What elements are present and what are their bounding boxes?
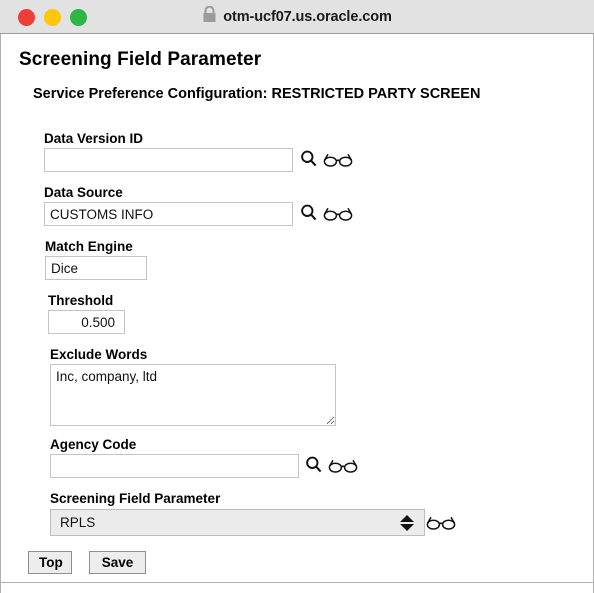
select-screening-field-parameter[interactable]: RPLS bbox=[50, 509, 425, 536]
url-text: otm-ucf07.us.oracle.com bbox=[223, 9, 392, 25]
label-data-version-id: Data Version ID bbox=[44, 131, 144, 146]
input-threshold[interactable] bbox=[48, 310, 125, 334]
page-title: Screening Field Parameter bbox=[19, 49, 262, 70]
glasses-icon[interactable] bbox=[426, 515, 456, 530]
input-data-source[interactable] bbox=[44, 202, 293, 226]
footer-divider bbox=[1, 582, 593, 583]
lock-icon bbox=[202, 5, 217, 28]
browser-window: otm-ucf07.us.oracle.com Screening Field … bbox=[0, 0, 594, 593]
address-bar[interactable]: otm-ucf07.us.oracle.com bbox=[0, 0, 594, 34]
minimize-window-button[interactable] bbox=[44, 9, 61, 26]
label-exclude-words: Exclude Words bbox=[50, 347, 148, 362]
label-agency-code: Agency Code bbox=[50, 437, 137, 452]
window-controls bbox=[18, 9, 87, 26]
label-match-engine: Match Engine bbox=[45, 239, 133, 254]
top-button[interactable]: Top bbox=[28, 551, 72, 574]
search-icon[interactable] bbox=[305, 455, 322, 475]
close-window-button[interactable] bbox=[18, 9, 35, 26]
label-screening-field-parameter: Screening Field Parameter bbox=[50, 491, 221, 506]
label-data-source: Data Source bbox=[44, 185, 123, 200]
textarea-exclude-words[interactable] bbox=[50, 364, 336, 426]
page-subtitle: Service Preference Configuration: RESTRI… bbox=[33, 86, 481, 102]
glasses-icon[interactable] bbox=[323, 152, 353, 167]
zoom-window-button[interactable] bbox=[70, 9, 87, 26]
page-content: Screening Field Parameter Service Prefer… bbox=[0, 34, 594, 593]
glasses-icon[interactable] bbox=[328, 458, 358, 473]
up-down-arrows-icon[interactable] bbox=[394, 514, 424, 531]
select-value: RPLS bbox=[60, 515, 96, 530]
save-button[interactable]: Save bbox=[89, 551, 146, 574]
input-agency-code[interactable] bbox=[50, 454, 299, 478]
browser-titlebar: otm-ucf07.us.oracle.com bbox=[0, 0, 594, 34]
search-icon[interactable] bbox=[300, 203, 317, 223]
glasses-icon[interactable] bbox=[323, 206, 353, 221]
search-icon[interactable] bbox=[300, 149, 317, 169]
label-threshold: Threshold bbox=[48, 293, 114, 308]
input-data-version-id[interactable] bbox=[44, 148, 293, 172]
input-match-engine[interactable] bbox=[45, 256, 147, 280]
